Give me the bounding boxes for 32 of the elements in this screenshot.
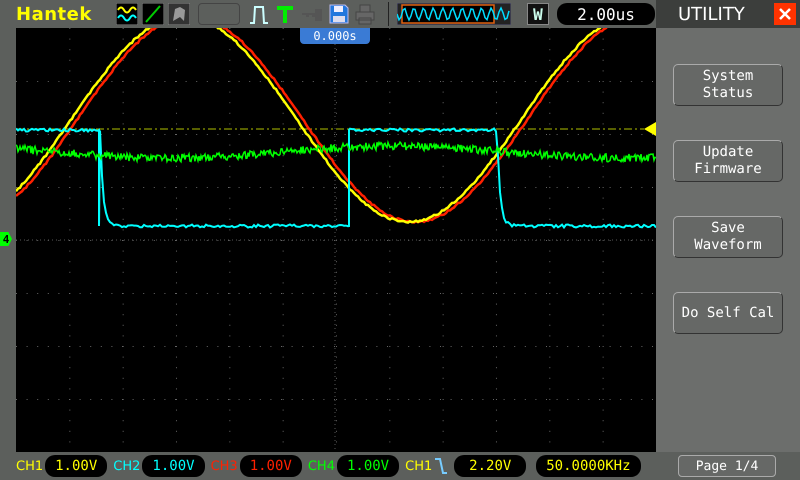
menu-button[interactable]: Do Self Cal [673,292,783,334]
channel-ground-marker[interactable]: 4 [0,232,12,246]
channel-scale: 1.00V [240,455,302,477]
menu-title: UTILITY [678,4,745,24]
diagonal-line-icon[interactable] [142,3,164,25]
falling-edge-icon [434,457,448,475]
trigger-source: CH1 [405,458,432,474]
page-button[interactable]: Page 1/4 [678,455,776,477]
channel-label[interactable]: CH4 [308,458,335,474]
mode-indicator: W [527,3,549,25]
blur-shape-icon[interactable] [168,3,190,25]
menu-button[interactable]: Save Waveform [673,216,783,258]
pulse-icon[interactable] [248,3,270,25]
menu-button[interactable]: System Status [673,64,783,106]
dual-wave-icon[interactable] [116,3,138,25]
timebase-readout: 2.00us [557,3,655,25]
menu-button[interactable]: Update Firmware [673,140,783,182]
channel-scale: 1.00V [336,455,400,477]
trigger-level-readout: 2.20V [454,455,526,477]
channel-scale: 1.00V [45,455,108,477]
letter-t-icon[interactable] [274,3,296,25]
brand-logo: Hantek [16,4,93,24]
channel-label[interactable]: CH2 [113,458,140,474]
trigger-position-marker[interactable]: 0.000s [300,28,370,44]
channel-scale: 1.00V [142,455,205,477]
channel-label[interactable]: CH1 [16,458,44,474]
frequency-readout: 50.0000KHz [536,455,641,477]
close-icon [778,7,792,21]
save-icon[interactable] [328,3,350,25]
close-button[interactable] [774,3,796,25]
waveform-overview[interactable] [397,3,511,25]
empty-status-slot [198,3,240,25]
